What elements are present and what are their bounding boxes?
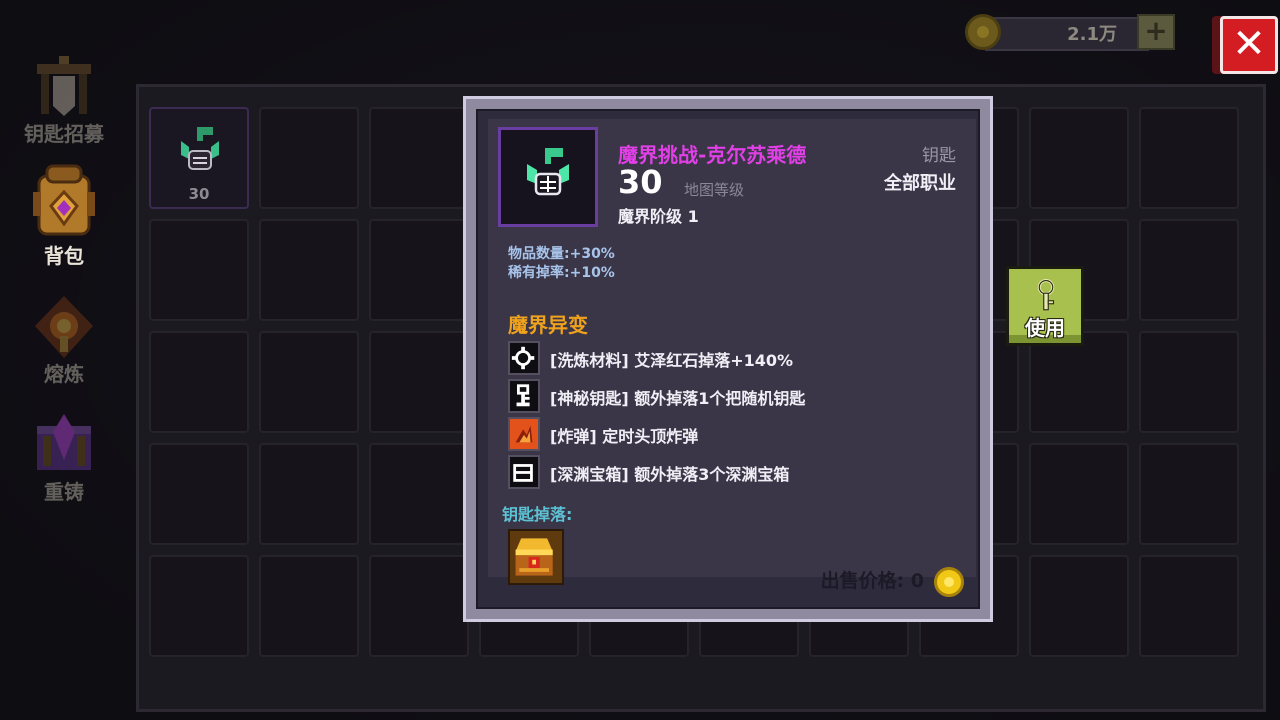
inventory-slot-empty[interactable] bbox=[1029, 555, 1129, 657]
slot-count: 30 bbox=[188, 185, 210, 203]
inventory-slot-empty[interactable] bbox=[149, 331, 249, 433]
nav-smelt-label: 熔炼 bbox=[44, 362, 84, 386]
inventory-slot-empty[interactable] bbox=[369, 107, 469, 209]
item-class: 全部职业 bbox=[884, 173, 956, 194]
plus-icon: + bbox=[1144, 14, 1168, 47]
inventory-slot-empty[interactable] bbox=[259, 219, 359, 321]
abyss-key-icon bbox=[181, 127, 219, 170]
recast-chest-icon bbox=[37, 414, 91, 470]
item-tooltip: 魔界挑战-克尔苏乘德 30 地图等级 魔界阶级 1 钥匙 全部职业 物品数量:+… bbox=[463, 96, 993, 622]
add-currency-button[interactable]: + bbox=[1137, 14, 1175, 50]
inventory-slot-empty[interactable] bbox=[1139, 331, 1239, 433]
modifier-text: [洗炼材料] 艾泽红石掉落+140% bbox=[550, 351, 794, 370]
backpack-icon bbox=[33, 164, 95, 236]
inventory-slot-empty[interactable] bbox=[1139, 219, 1239, 321]
modifier-text: [深渊宝箱] 额外掉落3个深渊宝箱 bbox=[550, 465, 790, 484]
gold-coin-icon bbox=[965, 14, 1001, 50]
use-button[interactable]: 使用 bbox=[1006, 266, 1084, 346]
drops-title: 钥匙掉落: bbox=[502, 505, 573, 524]
key-icon bbox=[508, 379, 540, 413]
inventory-slot-empty[interactable] bbox=[369, 331, 469, 433]
modifier-text: [神秘钥匙] 额外掉落1个把随机钥匙 bbox=[550, 389, 806, 408]
bomb-fire-icon bbox=[508, 417, 540, 451]
item-level: 30 bbox=[618, 163, 663, 201]
close-icon: ✕ bbox=[1232, 21, 1266, 67]
abyss-key-icon bbox=[527, 148, 569, 196]
close-button[interactable]: ✕ bbox=[1220, 16, 1278, 74]
inventory-slot-empty[interactable] bbox=[149, 555, 249, 657]
inventory-slot-empty[interactable] bbox=[149, 443, 249, 545]
inventory-slot-empty[interactable] bbox=[259, 443, 359, 545]
inventory-slot-empty[interactable] bbox=[1139, 555, 1239, 657]
inventory-slot-empty[interactable] bbox=[1139, 107, 1239, 209]
sell-price: 出售价格: 0 bbox=[820, 570, 924, 592]
nav-smelt[interactable]: 熔炼 bbox=[14, 292, 114, 387]
key-recruit-gate-icon bbox=[37, 56, 91, 116]
tooltip-inner: 魔界挑战-克尔苏乘德 30 地图等级 魔界阶级 1 钥匙 全部职业 物品数量:+… bbox=[476, 109, 980, 609]
inventory-slot-empty[interactable] bbox=[1029, 443, 1129, 545]
inventory-slot-key[interactable]: 30 bbox=[149, 107, 249, 209]
golden-chest-icon bbox=[515, 538, 553, 576]
item-icon-frame bbox=[498, 127, 598, 227]
inventory-slot-empty[interactable] bbox=[369, 219, 469, 321]
tooltip-body: 魔界挑战-克尔苏乘德 30 地图等级 魔界阶级 1 钥匙 全部职业 物品数量:+… bbox=[488, 119, 976, 585]
inventory-slot-empty[interactable] bbox=[259, 555, 359, 657]
inventory-slot-empty[interactable] bbox=[369, 443, 469, 545]
inventory-slot-empty[interactable] bbox=[369, 555, 469, 657]
inventory-slot-empty[interactable] bbox=[259, 107, 359, 209]
use-button-label: 使用 bbox=[1025, 316, 1065, 340]
nav-recast-label: 重铸 bbox=[44, 480, 84, 504]
inventory-slot-empty[interactable] bbox=[1029, 331, 1129, 433]
item-type: 钥匙 bbox=[922, 146, 956, 166]
modifier-text: [炸弹] 定时头顶炸弹 bbox=[550, 427, 699, 446]
nav-recast[interactable]: 重铸 bbox=[14, 410, 114, 505]
currency-amount: 2.1万 bbox=[1067, 24, 1117, 45]
stat-item-quantity: 物品数量:+30% bbox=[508, 246, 615, 262]
inventory-slot-empty[interactable] bbox=[1029, 107, 1129, 209]
inventory-slot-empty[interactable] bbox=[1139, 443, 1239, 545]
smelt-furnace-icon bbox=[35, 296, 93, 358]
stat-rare-drop: 稀有掉率:+10% bbox=[508, 265, 615, 281]
inventory-slot-empty[interactable] bbox=[259, 331, 359, 433]
inventory-slot-empty[interactable] bbox=[149, 219, 249, 321]
nav-backpack-label: 背包 bbox=[44, 244, 84, 268]
drop-slot[interactable] bbox=[508, 529, 564, 585]
chest-icon bbox=[508, 455, 540, 489]
item-tier: 魔界阶级 1 bbox=[618, 207, 699, 226]
item-level-label: 地图等级 bbox=[684, 181, 745, 199]
section-title-mutations: 魔界异变 bbox=[508, 313, 588, 337]
gear-icon bbox=[508, 341, 540, 375]
key-icon bbox=[1037, 279, 1055, 311]
nav-key-recruit[interactable]: 钥匙招募 bbox=[14, 52, 114, 147]
gold-coin-icon bbox=[934, 567, 964, 597]
nav-key-recruit-label: 钥匙招募 bbox=[24, 122, 104, 146]
currency-bar: 2.1万 + bbox=[965, 14, 1175, 51]
nav-backpack[interactable]: 背包 bbox=[14, 160, 114, 269]
